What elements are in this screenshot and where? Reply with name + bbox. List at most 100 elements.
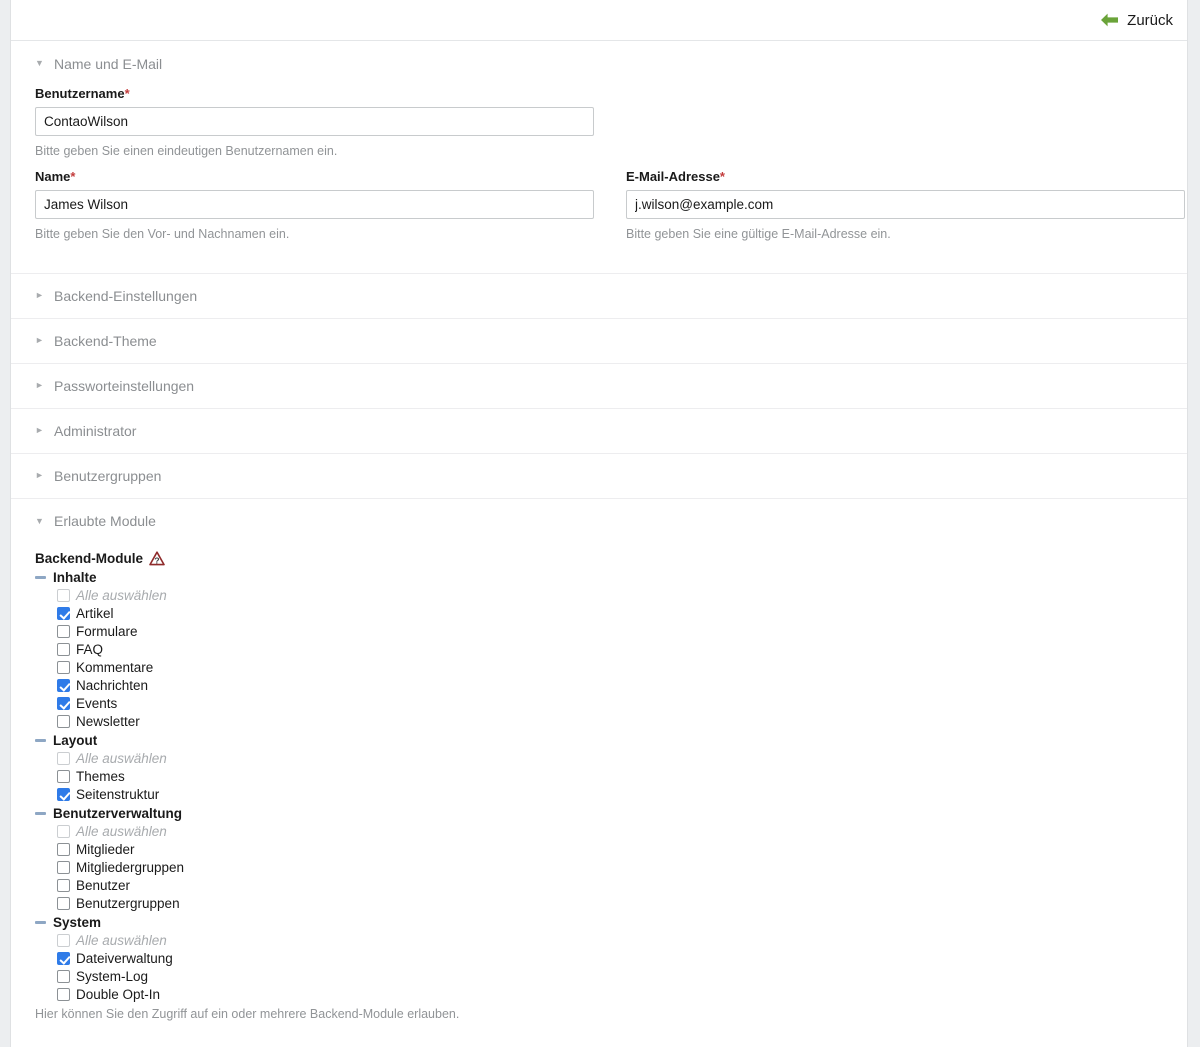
module-checkbox[interactable] bbox=[57, 697, 70, 710]
module-checkbox-label[interactable]: Newsletter bbox=[76, 713, 140, 731]
module-checkbox-item: Seitenstruktur bbox=[57, 786, 1163, 804]
chevron-right-icon: ► bbox=[35, 290, 44, 300]
module-checkbox bbox=[57, 589, 70, 602]
module-checkbox[interactable] bbox=[57, 843, 70, 856]
collapse-minus-icon[interactable] bbox=[35, 735, 46, 746]
module-checkbox-label[interactable]: Mitglieder bbox=[76, 841, 135, 859]
module-checkbox-label[interactable]: Mitgliedergruppen bbox=[76, 859, 184, 877]
chevron-right-icon: ► bbox=[35, 380, 44, 390]
legend-label: Backend-Theme bbox=[54, 332, 157, 349]
collapse-minus-icon[interactable] bbox=[35, 808, 46, 819]
module-checkbox-item: Alle auswählen bbox=[57, 932, 1163, 950]
module-checkbox-item: Dateiverwaltung bbox=[57, 950, 1163, 968]
module-checkbox-label[interactable]: Double Opt-In bbox=[76, 986, 160, 1004]
module-checkbox-label[interactable]: Themes bbox=[76, 768, 125, 786]
module-group-header: Benutzerverwaltung bbox=[35, 805, 1163, 823]
module-checkbox[interactable] bbox=[57, 715, 70, 728]
legend-backend-theme[interactable]: ► Backend-Theme bbox=[35, 319, 1163, 363]
email-hint: Bitte geben Sie eine gültige E-Mail-Adre… bbox=[626, 227, 891, 242]
module-checkbox-label[interactable]: FAQ bbox=[76, 641, 103, 659]
module-checkbox[interactable] bbox=[57, 897, 70, 910]
username-input[interactable] bbox=[35, 107, 594, 136]
module-checkbox-label[interactable]: Seitenstruktur bbox=[76, 786, 159, 804]
module-checkbox-item: Double Opt-In bbox=[57, 986, 1163, 1004]
module-checkbox-item: Themes bbox=[57, 768, 1163, 786]
module-checkbox-item: Benutzer bbox=[57, 877, 1163, 895]
header-toolbar: Zurück bbox=[11, 0, 1187, 41]
module-checkbox-label[interactable]: Nachrichten bbox=[76, 677, 148, 695]
module-checkbox-label[interactable]: Dateiverwaltung bbox=[76, 950, 173, 968]
module-item-list: Alle auswählen Mitglieder Mitgliedergruppe… bbox=[35, 823, 1163, 913]
module-group-label: Benutzerverwaltung bbox=[53, 805, 183, 821]
legend-label: Erlaubte Module bbox=[54, 513, 156, 529]
module-checkbox[interactable] bbox=[57, 861, 70, 874]
help-wizard-icon[interactable]: ? bbox=[149, 550, 165, 566]
module-checkbox-item: Mitglieder bbox=[57, 841, 1163, 859]
module-checkbox-label[interactable]: Artikel bbox=[76, 605, 114, 623]
email-required-mark: * bbox=[719, 169, 725, 185]
module-checkbox bbox=[57, 825, 70, 838]
module-checkbox[interactable] bbox=[57, 679, 70, 692]
backend-modules-hint: Hier können Sie den Zugriff auf ein oder… bbox=[35, 1006, 460, 1021]
backend-modules-label: Backend-Module ? bbox=[35, 551, 1163, 566]
module-checkbox-item: Alle auswählen bbox=[57, 587, 1163, 605]
legend-benutzergruppen[interactable]: ► Benutzergruppen bbox=[35, 454, 1163, 498]
module-checkbox-label[interactable]: Benutzergruppen bbox=[76, 895, 180, 913]
legend-name-und-email[interactable]: ▼ Name und E-Mail bbox=[35, 41, 1163, 86]
module-checkbox[interactable] bbox=[57, 770, 70, 783]
name-input[interactable] bbox=[35, 190, 594, 220]
module-checkbox[interactable] bbox=[57, 661, 70, 674]
fieldset-benutzergruppen: ► Benutzergruppen bbox=[11, 454, 1187, 499]
name-label-text: Name bbox=[35, 169, 71, 185]
name-required-mark: * bbox=[70, 169, 76, 185]
back-link[interactable]: Zurück bbox=[1100, 12, 1173, 29]
legend-backend-einstellungen[interactable]: ► Backend-Einstellungen bbox=[35, 274, 1163, 318]
module-item-list: Alle auswählen Dateiverwaltung System-Log D… bbox=[35, 932, 1163, 1004]
arrow-left-icon bbox=[1100, 13, 1119, 27]
module-checkbox-item: Nachrichten bbox=[57, 677, 1163, 695]
name-label: Name* bbox=[35, 169, 594, 184]
module-checkbox-label: Alle auswählen bbox=[76, 823, 167, 839]
module-checkbox[interactable] bbox=[57, 879, 70, 892]
module-checkbox[interactable] bbox=[57, 952, 70, 965]
chevron-right-icon: ► bbox=[35, 335, 44, 345]
module-checkbox[interactable] bbox=[57, 625, 70, 638]
module-checkbox-item: Artikel bbox=[57, 605, 1163, 623]
module-checkbox-label[interactable]: Events bbox=[76, 695, 117, 713]
module-checkbox[interactable] bbox=[57, 607, 70, 620]
module-checkbox[interactable] bbox=[57, 643, 70, 656]
chevron-down-icon: ▼ bbox=[35, 515, 44, 526]
module-checkbox[interactable] bbox=[57, 788, 70, 801]
collapse-minus-icon[interactable] bbox=[35, 917, 46, 928]
module-group-label: Layout bbox=[53, 732, 98, 748]
legend-erlaubte-module[interactable]: ▼ Erlaubte Module bbox=[35, 499, 1163, 544]
collapse-minus-icon[interactable] bbox=[35, 572, 46, 583]
module-checkbox-item: Formulare bbox=[57, 623, 1163, 641]
module-checkbox-label[interactable]: Benutzer bbox=[76, 877, 130, 895]
module-checkbox-item: Mitgliedergruppen bbox=[57, 859, 1163, 877]
username-label: Benutzername* bbox=[35, 86, 594, 101]
module-checkbox-label[interactable]: System-Log bbox=[76, 968, 148, 986]
svg-text:?: ? bbox=[154, 555, 159, 565]
email-input[interactable] bbox=[626, 190, 1185, 220]
module-group-header: System bbox=[35, 914, 1163, 932]
edit-form-panel: Zurück ▼ Name und E-Mail Benutzername* B… bbox=[10, 0, 1188, 1047]
module-checkbox[interactable] bbox=[57, 970, 70, 983]
name-hint: Bitte geben Sie den Vor- und Nachnamen e… bbox=[35, 227, 290, 242]
username-required-mark: * bbox=[124, 86, 130, 101]
module-checkbox-label: Alle auswählen bbox=[76, 932, 167, 948]
module-group: Inhalte Alle auswählen Artikel Formulare FAQ… bbox=[35, 569, 1163, 731]
fieldset-erlaubte-module: ▼ Erlaubte Module Backend-Module ? Inhal… bbox=[11, 499, 1187, 1042]
module-group: System Alle auswählen Dateiverwaltung Syste… bbox=[35, 914, 1163, 1004]
field-username: Benutzername* Bitte geben Sie einen eind… bbox=[35, 86, 594, 159]
legend-label: Backend-Einstellungen bbox=[54, 287, 198, 304]
legend-passworteinstellungen[interactable]: ► Passworteinstellungen bbox=[35, 364, 1163, 408]
row-username: Benutzername* Bitte geben Sie einen eind… bbox=[35, 86, 1163, 169]
legend-administrator[interactable]: ► Administrator bbox=[35, 409, 1163, 453]
legend-label: Name und E-Mail bbox=[54, 55, 163, 72]
module-group-label: System bbox=[53, 914, 102, 930]
module-checkbox-item: Alle auswählen bbox=[57, 823, 1163, 841]
module-checkbox[interactable] bbox=[57, 988, 70, 1001]
module-checkbox-label[interactable]: Formulare bbox=[76, 623, 138, 641]
module-checkbox-label[interactable]: Kommentare bbox=[76, 659, 153, 677]
